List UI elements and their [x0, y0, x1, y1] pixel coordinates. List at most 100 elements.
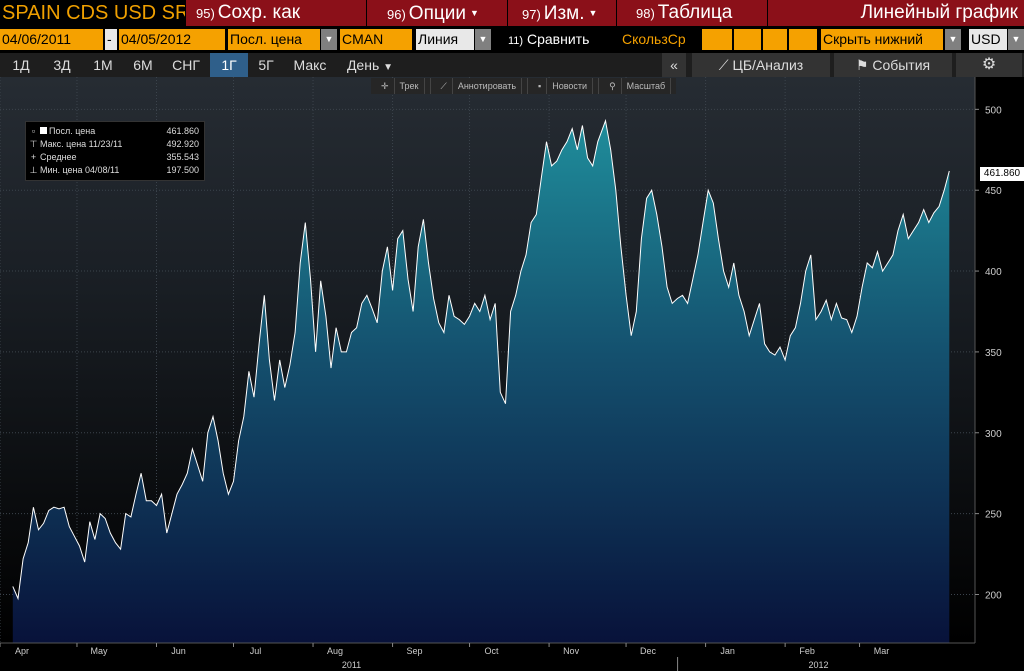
frequency-label: День	[346, 57, 380, 73]
period-5y[interactable]: 5Г	[250, 53, 282, 77]
track-label: Трек	[395, 78, 425, 94]
zoom-label: Масштаб	[622, 78, 672, 94]
edit-dropdown-icon: ▼	[588, 8, 598, 18]
legend-last-value: 461.860	[166, 126, 199, 136]
x-tick-label: Dec	[640, 646, 657, 656]
y-tick-label: 350	[985, 348, 1002, 359]
events-button[interactable]: ⚑ События	[834, 53, 952, 77]
last-price-tag: 461.860	[980, 167, 1024, 181]
y-tick-label: 250	[985, 510, 1002, 521]
x-tick-label: Apr	[15, 646, 29, 656]
currency-select[interactable]: USD	[969, 29, 1007, 50]
frequency-dropdown-icon: ▼	[383, 62, 394, 73]
title-bar: SPAIN CDS USD SR 95) Сохр. как 96) Опции ▼ …	[0, 0, 1024, 26]
end-date-field[interactable]: 04/05/2012	[119, 29, 225, 50]
x-tick-label: Aug	[327, 646, 343, 656]
line-style-dropdown-icon[interactable]: ▼	[475, 29, 491, 50]
moving-average-input-2[interactable]	[734, 29, 761, 50]
x-tick-label: May	[90, 646, 108, 656]
legend-row-high: ⊤ Макс. цена 11/23/11 492.920	[29, 138, 201, 151]
legend-low-label: Мин. цена 04/08/11	[40, 165, 120, 175]
zoom-button[interactable]: ⚲ Масштаб	[599, 78, 676, 94]
period-6m[interactable]: 6М	[124, 53, 162, 77]
table-number: 98)	[636, 6, 655, 21]
y-tick-label: 200	[985, 590, 1002, 601]
legend-last-swatch	[40, 127, 47, 134]
legend-box: ▫ Посл. цена 461.860 ⊤ Макс. цена 11/23/11…	[25, 121, 205, 181]
chart-type-title[interactable]: Линейный график	[768, 0, 1024, 26]
analysis-label: ЦБ/Анализ	[732, 57, 804, 73]
track-button[interactable]: ✛ Трек	[371, 78, 431, 94]
x-axis-band	[0, 643, 1024, 671]
y-tick-label: 450	[985, 186, 1002, 197]
security-title: SPAIN CDS USD SR	[0, 0, 185, 26]
frequency-select[interactable]: День ▼	[340, 53, 400, 77]
date-separator: -	[105, 29, 117, 50]
save-as-number: 95)	[196, 6, 215, 21]
hide-lower-select[interactable]: Скрыть нижний	[821, 29, 943, 50]
table-button[interactable]: 98) Таблица	[617, 0, 767, 26]
x-tick-label: Feb	[799, 646, 815, 656]
options-label: Опции	[408, 3, 466, 24]
legend-row-last: ▫ Посл. цена 461.860	[29, 125, 201, 138]
period-max[interactable]: Макс	[284, 53, 336, 77]
hide-lower-dropdown-icon[interactable]: ▼	[945, 29, 961, 50]
line-style-select[interactable]: Линия	[416, 29, 474, 50]
legend-high-value: 492.920	[166, 139, 199, 149]
annotate-button[interactable]: ⟋ Аннотировать	[431, 78, 529, 94]
moving-average-input-1[interactable]	[702, 29, 732, 50]
edit-number: 97)	[522, 7, 541, 22]
legend-low-icon: ⊥	[29, 165, 38, 175]
settings-bar: 04/06/2011 - 04/05/2012 Посл. цена ▼ CMA…	[0, 27, 1024, 52]
price-field-select[interactable]: Посл. цена	[228, 29, 320, 50]
news-button[interactable]: ▪ Новости	[528, 78, 600, 94]
x-tick-label: Nov	[563, 646, 580, 656]
moving-average-input-3[interactable]	[763, 29, 787, 50]
legend-last-icon: ▫	[31, 126, 36, 136]
collapse-button[interactable]: «	[662, 53, 686, 77]
source-field[interactable]: CMAN	[340, 29, 412, 50]
moving-average-input-4[interactable]	[789, 29, 817, 50]
x-tick-label: Jun	[171, 646, 186, 656]
period-bar: 1Д 3Д 1М 6М СНГ 1Г 5Г Макс День ▼ « ⟋ ЦБ…	[0, 53, 1024, 77]
flag-icon: ⚑	[855, 57, 869, 73]
legend-row-low: ⊥ Мин. цена 04/08/11 197.500	[29, 164, 201, 177]
y-tick-label: 500	[985, 105, 1002, 116]
options-dropdown-icon: ▼	[469, 8, 479, 18]
compare-number: 11)	[508, 35, 524, 47]
table-label: Таблица	[657, 2, 733, 23]
period-1d[interactable]: 1Д	[2, 53, 40, 77]
x-tick-label: Mar	[874, 646, 890, 656]
save-as-button[interactable]: 95) Сохр. как	[186, 0, 366, 26]
events-label: События	[872, 57, 931, 73]
start-date-field[interactable]: 04/06/2011	[0, 29, 103, 50]
period-ytd[interactable]: СНГ	[164, 53, 208, 77]
options-number: 96)	[387, 7, 406, 22]
x-tick-label: Jul	[250, 646, 262, 656]
period-3d[interactable]: 3Д	[42, 53, 82, 77]
x-tick-label: Jan	[720, 646, 735, 656]
news-icon: ▪	[533, 78, 548, 94]
period-1y[interactable]: 1Г	[210, 53, 248, 77]
analysis-button[interactable]: ⟋ ЦБ/Анализ	[692, 53, 830, 77]
chart-toolbar: ✛ Трек ⟋ Аннотировать ▪ Новости ⚲ Масштаб	[371, 78, 677, 94]
pencil-icon: ⟋	[436, 78, 453, 94]
compare-button[interactable]: 11) Сравнить	[506, 29, 616, 50]
legend-row-average: + Среднее 355.543	[29, 151, 201, 164]
edit-button[interactable]: 97) Изм. ▼	[508, 0, 616, 26]
gear-icon[interactable]: ⚙	[956, 53, 1022, 77]
year-label: 2011	[342, 660, 361, 670]
moving-average-button[interactable]: СкользСр	[620, 29, 700, 50]
y-tick-label: 300	[985, 429, 1002, 440]
x-tick-label: Sep	[407, 646, 423, 656]
legend-low-value: 197.500	[166, 165, 199, 175]
year-label: 2012	[808, 660, 828, 670]
options-button[interactable]: 96) Опции ▼	[367, 0, 507, 26]
legend-high-label: Макс. цена 11/23/11	[40, 139, 123, 149]
currency-dropdown-icon[interactable]: ▼	[1008, 29, 1024, 50]
y-tick-label: 400	[985, 267, 1002, 278]
analysis-icon: ⟋	[718, 57, 729, 73]
price-field-dropdown-icon[interactable]: ▼	[321, 29, 337, 50]
annotate-label: Аннотировать	[453, 78, 523, 94]
period-1m[interactable]: 1М	[84, 53, 122, 77]
